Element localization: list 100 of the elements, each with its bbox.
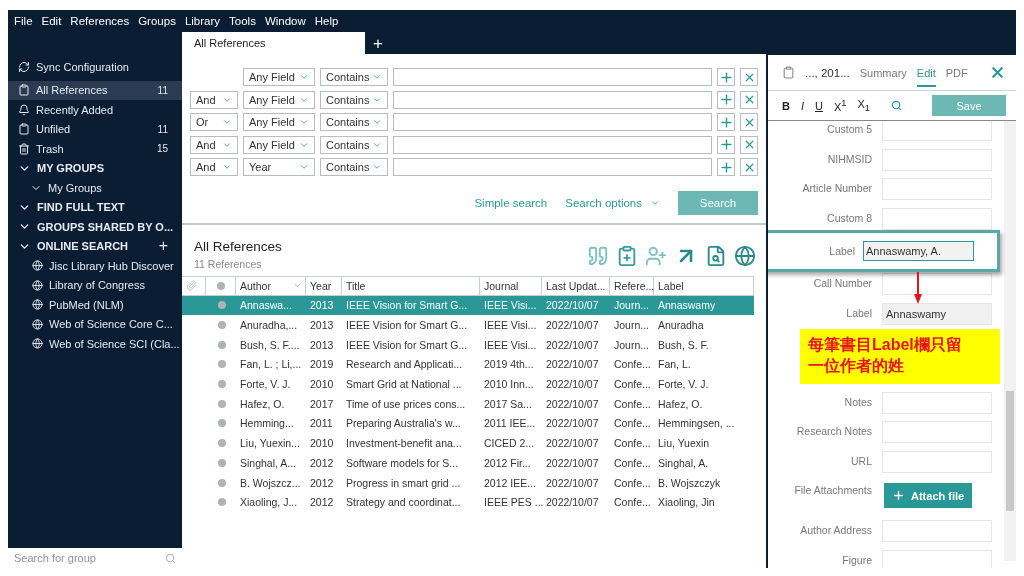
scrollbar[interactable] [1004,121,1016,561]
remove-button[interactable] [740,68,758,86]
dropdown[interactable]: Any Field [243,135,315,154]
remove-button[interactable] [740,90,758,109]
sidebar-item[interactable]: Trash 15 [8,139,182,159]
chevron-icon [372,72,382,82]
input-field[interactable] [393,158,712,176]
menu-item[interactable]: Tools [229,15,256,27]
simple-search-link[interactable]: Simple search [474,196,548,209]
column-header[interactable]: Refere... [610,276,654,295]
sidebar-section[interactable]: MY GROUPS [8,158,182,178]
input-field[interactable] [393,68,712,86]
search-icon[interactable] [890,100,902,111]
tab[interactable]: Edit [916,58,936,87]
search-icon [165,552,176,564]
add-button[interactable] [717,135,735,154]
remove-button[interactable] [740,135,758,154]
table-row[interactable]: Xiaoling, J... 2012 Strategy and coordinat... IEEE PES ... 2022/10/07 Confe... Xiaoling, Jin [182,492,754,513]
sidebar-item[interactable]: Jisc Library Hub Discover [8,256,182,276]
dropdown[interactable]: Contains [320,158,388,176]
sidebar-item[interactable]: PubMed (NLM) [8,295,182,315]
sidebar-item[interactable]: All References 11 [8,80,182,100]
input-field[interactable] [393,135,712,154]
input-field[interactable]: Annaswamy, A. [863,241,974,262]
dropdown[interactable]: Contains [320,90,388,109]
table-row[interactable]: Fan, L. ; Li,... 2019 Research and Applicati... 2019 4th... 2022/10/07 Confe... Fan, L. [182,354,754,375]
table-cell-text: 2012 [309,476,335,489]
clipboard-plus-icon[interactable] [616,245,638,267]
table-cell-text: Annaswa... [239,299,293,312]
table-row[interactable]: Hemming... 2011 Preparing Australia's w... 2011 IEE... 2022/10/07 Confe... Hemmingsen, ... [182,413,754,434]
format-button[interactable]: X$_{1}$ [857,97,870,114]
table-row[interactable]: B. Wojszcz... 2012 Progress in smart grid ... 2012 IEE... 2022/10/07 Confe... B. Wojszczyk [182,472,754,493]
table-cell-text: Forte, V. J. [239,378,292,391]
sidebar-item[interactable]: My Groups [8,178,182,198]
sidebar-item[interactable]: Unfiled 11 [8,119,182,139]
sidebar-section[interactable]: ONLINE SEARCH + [8,236,182,256]
add-button[interactable] [717,90,735,109]
sidebar-section[interactable]: GROUPS SHARED BY O... [8,217,182,237]
document-search-icon[interactable] [705,245,727,267]
table-row[interactable]: Forte, V. J. 2010 Smart Grid at National ... 2010 Inn... 2022/10/07 Confe... Forte, V. J. [182,374,754,394]
sidebar-item[interactable]: Library of Congress [8,275,182,295]
input-field[interactable]: Annaswamy [882,302,992,325]
field-label: Article Number [801,181,872,195]
table-cell-text: Forte, V. J. [657,378,710,391]
column-header[interactable]: Last Updat... [542,276,610,295]
input-field[interactable] [393,90,712,109]
menu-item[interactable]: Library [184,15,221,27]
annotation-note: 每筆書目Label欄只留一位作者的姓 [800,328,1000,384]
column-header[interactable]: Journal [480,276,542,295]
dropdown[interactable]: Contains [320,113,388,131]
quote-icon[interactable] [587,245,609,267]
add-button[interactable] [717,158,735,176]
remove-button[interactable] [740,158,758,176]
format-button[interactable]: I [800,99,804,112]
add-tab-button[interactable]: + [365,34,391,54]
tab[interactable]: Summary [859,58,907,87]
sidebar-item[interactable]: Recently Added [8,100,182,120]
format-button[interactable]: U [815,99,823,112]
dropdown[interactable]: And [190,158,238,176]
sidebar-item[interactable]: Web of Science SCI (Cla... [8,334,182,354]
globe-icon[interactable] [734,245,756,267]
menu-item[interactable]: Help [314,15,339,27]
menu-item[interactable]: Groups [138,15,176,27]
column-header[interactable]: Year [306,276,342,295]
table-row[interactable]: Liu, Yuexin... 2010 Investment-benefit ana... CICED 2... 2022/10/07 Confe... Liu, Yuexin [182,433,754,453]
close-button[interactable] [989,64,1006,81]
add-button[interactable] [717,113,735,131]
add-button[interactable] [717,68,735,86]
format-button[interactable]: B [782,99,790,112]
menu-item[interactable]: Edit [41,15,62,27]
search-options-link[interactable]: Search options [565,196,660,209]
column-header[interactable]: Label [654,276,754,295]
sidebar-item[interactable]: Web of Science Core C... [8,314,182,334]
menu-item[interactable]: Window [264,15,306,27]
format-button[interactable]: X$^{1}$ [833,98,847,113]
table-row[interactable]: Bush, S. F.... 2013 IEEE Vision for Smart G... IEEE Visi... 2022/10/07 Journ... Bush, S. F. [182,334,754,355]
table-row[interactable]: Singhal, A... 2012 Software models for S... 2012 Fir... 2022/10/07 Confe... Singhal, A. [182,453,754,473]
sidebar-item[interactable]: Sync Configuration [8,57,182,77]
dropdown[interactable]: Any Field [243,113,315,131]
input-field[interactable] [393,113,712,131]
dropdown[interactable]: And [190,135,238,154]
dropdown[interactable]: Any Field [243,90,315,109]
user-plus-icon[interactable] [645,245,667,267]
column-header[interactable]: Author [236,276,306,295]
dropdown[interactable]: Contains [320,68,388,86]
dropdown[interactable]: And [190,90,238,109]
table-row[interactable]: Anuradha,... 2013 IEEE Vision for Smart G... IEEE Visi... 2022/10/07 Journ... Anuradha [182,315,754,335]
add-button[interactable]: + [158,237,168,256]
menu-item[interactable]: References [70,15,130,27]
menu-item[interactable]: File [14,15,33,27]
dropdown[interactable]: Any Field [243,68,315,86]
tab[interactable]: All References [182,32,365,54]
dropdown[interactable]: Contains [320,135,388,154]
table-row[interactable]: Hafez, O. 2017 Time of use prices cons... 2017 Sa... 2022/10/07 Confe... Hafez, O. [182,393,754,414]
tab[interactable]: PDF [945,58,968,87]
dropdown[interactable]: Or [190,113,238,131]
column-header[interactable]: Title [342,276,480,295]
remove-button[interactable] [740,113,758,131]
dropdown[interactable]: Year [243,158,315,176]
sidebar-section[interactable]: FIND FULL TEXT [8,197,182,217]
